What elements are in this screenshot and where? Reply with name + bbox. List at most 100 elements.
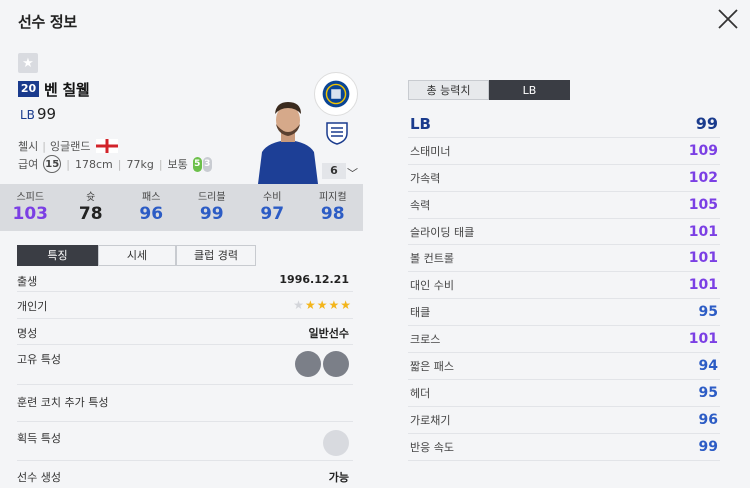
right-foot-value: 3 (202, 156, 212, 172)
attribute-value: 109 (688, 142, 718, 159)
acquired-traits-row: 획득 특성 (17, 422, 353, 461)
foot-icon: 5 3 (192, 156, 212, 172)
attribute-row: 볼 컨트롤 101 (408, 245, 720, 273)
attribute-value: 95 (698, 304, 718, 321)
summary-stats-bar: 스피드 103 슛 78 패스 96 드리블 99 수비 97 피지컬 98 (0, 184, 363, 231)
summary-stat-value: 99 (199, 204, 224, 224)
attribute-label: 가속력 (410, 171, 441, 185)
coach-traits-label: 훈련 코치 추가 특성 (17, 396, 109, 409)
summary-stat-label: 수비 (263, 192, 282, 203)
attribute-label: 크로스 (410, 333, 441, 347)
club-name: 첼시 (18, 140, 39, 153)
attribute-head-value: 99 (695, 114, 718, 134)
summary-stat: 슛 78 (61, 184, 122, 231)
fame-label: 명성 (17, 327, 38, 340)
attribute-label: 볼 컨트롤 (410, 252, 454, 266)
attribute-row: 크로스 101 (408, 326, 720, 354)
attribute-value: 99 (698, 438, 718, 455)
attribute-row: 대인 수비 101 (408, 272, 720, 300)
attribute-label: 스태미너 (410, 144, 451, 158)
player-overall: 99 (37, 105, 57, 123)
attribute-row: 반응 속도 99 (408, 434, 720, 461)
attribute-label: 헤더 (410, 386, 431, 400)
tab-position-stats[interactable]: LB (489, 80, 570, 100)
pay-badge: 15 (43, 155, 62, 173)
create-row: 선수 생성 가능 (17, 461, 353, 487)
height: 178cm (74, 157, 113, 171)
trait-icon[interactable] (323, 351, 349, 377)
attribute-list: LB 99 스태미너 109 가속력 102 속력 105 슬라이딩 태클 101 볼 컨트롤 1… (408, 111, 720, 461)
popularity-stars: ★ ★ ★ ★ ★ (293, 298, 351, 312)
attribute-value: 102 (688, 169, 718, 186)
summary-stat: 패스 96 (121, 184, 182, 231)
nation-name: 잉글랜드 (49, 140, 91, 153)
fame-row: 명성 일반선수 (17, 319, 353, 345)
tab-traits[interactable]: 특징 (17, 245, 98, 266)
player-photo (258, 102, 318, 184)
attribute-value: 94 (698, 357, 718, 374)
tab-total-stats[interactable]: 총 능력치 (408, 80, 489, 100)
attribute-label: 짧은 패스 (410, 359, 454, 373)
separator: | (42, 139, 46, 153)
attribute-value: 95 (698, 384, 718, 401)
player-number: 20 (18, 81, 39, 97)
summary-stat-value: 103 (12, 204, 49, 224)
attribute-value: 101 (688, 223, 718, 240)
unique-traits-row: 고유 특성 (17, 345, 353, 385)
attribute-head-label: LB (410, 114, 431, 133)
trait-icon[interactable] (295, 351, 321, 377)
summary-stat: 드리블 99 (182, 184, 243, 231)
summary-stat-value: 98 (320, 204, 345, 224)
summary-stat-label: 패스 (142, 192, 161, 203)
popularity-label: 개인기 (17, 300, 48, 313)
attribute-row: 태클 95 (408, 299, 720, 327)
attribute-row: 슬라이딩 태클 101 (408, 219, 720, 246)
attribute-value: 101 (688, 250, 718, 267)
attribute-value: 96 (698, 411, 718, 428)
window-title: 선수 정보 (18, 13, 77, 31)
upgrade-level-badge[interactable]: 6 (322, 163, 346, 179)
left-foot-value: 5 (192, 156, 202, 172)
favorite-star-icon[interactable]: ★ (18, 53, 38, 73)
team-info: 첼시 | 잉글랜드 (18, 138, 119, 154)
attribute-label: 대인 수비 (410, 279, 454, 293)
attribute-value: 101 (688, 331, 718, 348)
attribute-label: 속력 (410, 198, 431, 212)
acquired-traits-label: 획득 특성 (17, 432, 61, 445)
summary-stat: 수비 97 (242, 184, 303, 231)
attribute-row: 스태미너 109 (408, 138, 720, 165)
tab-club-career[interactable]: 클럽 경력 (176, 245, 256, 266)
star-icon: ★ (293, 298, 304, 312)
attribute-row: 속력 105 (408, 192, 720, 219)
create-value: 가능 (328, 471, 349, 484)
coach-traits-row: 훈련 코치 추가 특성 (17, 385, 353, 422)
tab-price[interactable]: 시세 (98, 245, 176, 266)
attribute-value: 105 (688, 196, 718, 213)
chevron-down-icon[interactable]: ﹀ (347, 165, 358, 181)
star-icon: ★ (340, 298, 351, 312)
player-position: LB (20, 108, 35, 122)
player-info: 급여 15 | 178cm | 77kg | 보통 5 3 (18, 155, 212, 173)
birth-label: 출생 (17, 275, 38, 288)
attribute-label: 태클 (410, 306, 431, 320)
detail-tabs: 특징 시세 클럽 경력 (17, 245, 256, 266)
attribute-label: 반응 속도 (410, 440, 454, 454)
summary-stat-value: 96 (139, 204, 164, 224)
attribute-head: LB 99 (408, 111, 720, 138)
club-badge-icon (314, 72, 358, 116)
attribute-row: 헤더 95 (408, 380, 720, 407)
lock-icon (323, 430, 349, 456)
birth-value: 1996.12.21 (279, 273, 349, 286)
pay-label: 급여 (18, 158, 39, 171)
close-icon[interactable] (716, 7, 740, 31)
star-icon: ★ (316, 298, 328, 312)
summary-stat-label: 스피드 (16, 192, 45, 203)
player-name: 벤 칠웰 (44, 81, 90, 99)
create-label: 선수 생성 (17, 471, 61, 484)
attribute-label: 가로채기 (410, 413, 451, 427)
summary-stat-label: 피지컬 (318, 192, 347, 203)
england-flag-icon (96, 139, 119, 153)
birth-row: 출생 1996.12.21 (17, 268, 353, 292)
summary-stat: 스피드 103 (0, 184, 61, 231)
fame-value: 일반선수 (308, 327, 349, 340)
